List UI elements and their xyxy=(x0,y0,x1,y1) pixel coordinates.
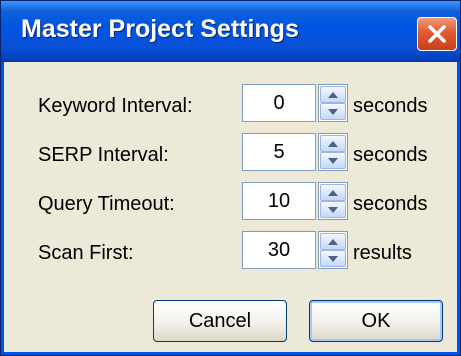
arrow-down-icon xyxy=(328,206,338,213)
close-icon xyxy=(427,24,447,44)
scan-first-decrement[interactable] xyxy=(320,250,346,267)
dialog-body: Keyword Interval: 0 seconds SERP Interva… xyxy=(1,62,460,355)
serp-interval-input[interactable]: 5 xyxy=(242,133,316,171)
arrow-up-icon xyxy=(328,91,338,98)
scan-first-spinner xyxy=(318,231,348,269)
arrow-up-icon xyxy=(328,238,338,245)
keyword-interval-increment[interactable] xyxy=(320,86,346,103)
serp-interval-decrement[interactable] xyxy=(320,152,346,169)
query-timeout-spinner xyxy=(318,182,348,220)
title-bar[interactable]: Master Project Settings xyxy=(1,1,460,62)
cancel-button[interactable]: Cancel xyxy=(153,300,287,342)
dialog-title: Master Project Settings xyxy=(21,15,299,43)
arrow-down-icon xyxy=(328,108,338,115)
scan-first-increment[interactable] xyxy=(320,233,346,250)
close-button[interactable] xyxy=(417,17,457,51)
serp-interval-label: SERP Interval: xyxy=(38,144,169,166)
serp-interval-spinner xyxy=(318,133,348,171)
keyword-interval-spinner xyxy=(318,84,348,122)
query-timeout-input[interactable]: 10 xyxy=(242,182,316,220)
keyword-interval-input[interactable]: 0 xyxy=(242,84,316,122)
ok-button[interactable]: OK xyxy=(309,300,443,342)
keyword-interval-label: Keyword Interval: xyxy=(38,95,193,117)
scan-first-label: Scan First: xyxy=(38,242,134,264)
serp-interval-unit: seconds xyxy=(353,144,428,166)
query-timeout-decrement[interactable] xyxy=(320,201,346,218)
query-timeout-increment[interactable] xyxy=(320,184,346,201)
query-timeout-label: Query Timeout: xyxy=(38,193,175,215)
arrow-up-icon xyxy=(328,189,338,196)
keyword-interval-decrement[interactable] xyxy=(320,103,346,120)
query-timeout-unit: seconds xyxy=(353,193,428,215)
arrow-up-icon xyxy=(328,140,338,147)
keyword-interval-unit: seconds xyxy=(353,95,428,117)
arrow-down-icon xyxy=(328,255,338,262)
serp-interval-increment[interactable] xyxy=(320,135,346,152)
scan-first-input[interactable]: 30 xyxy=(242,231,316,269)
arrow-down-icon xyxy=(328,157,338,164)
settings-dialog: Master Project Settings Keyword Interval… xyxy=(0,0,461,356)
scan-first-unit: results xyxy=(353,242,412,264)
